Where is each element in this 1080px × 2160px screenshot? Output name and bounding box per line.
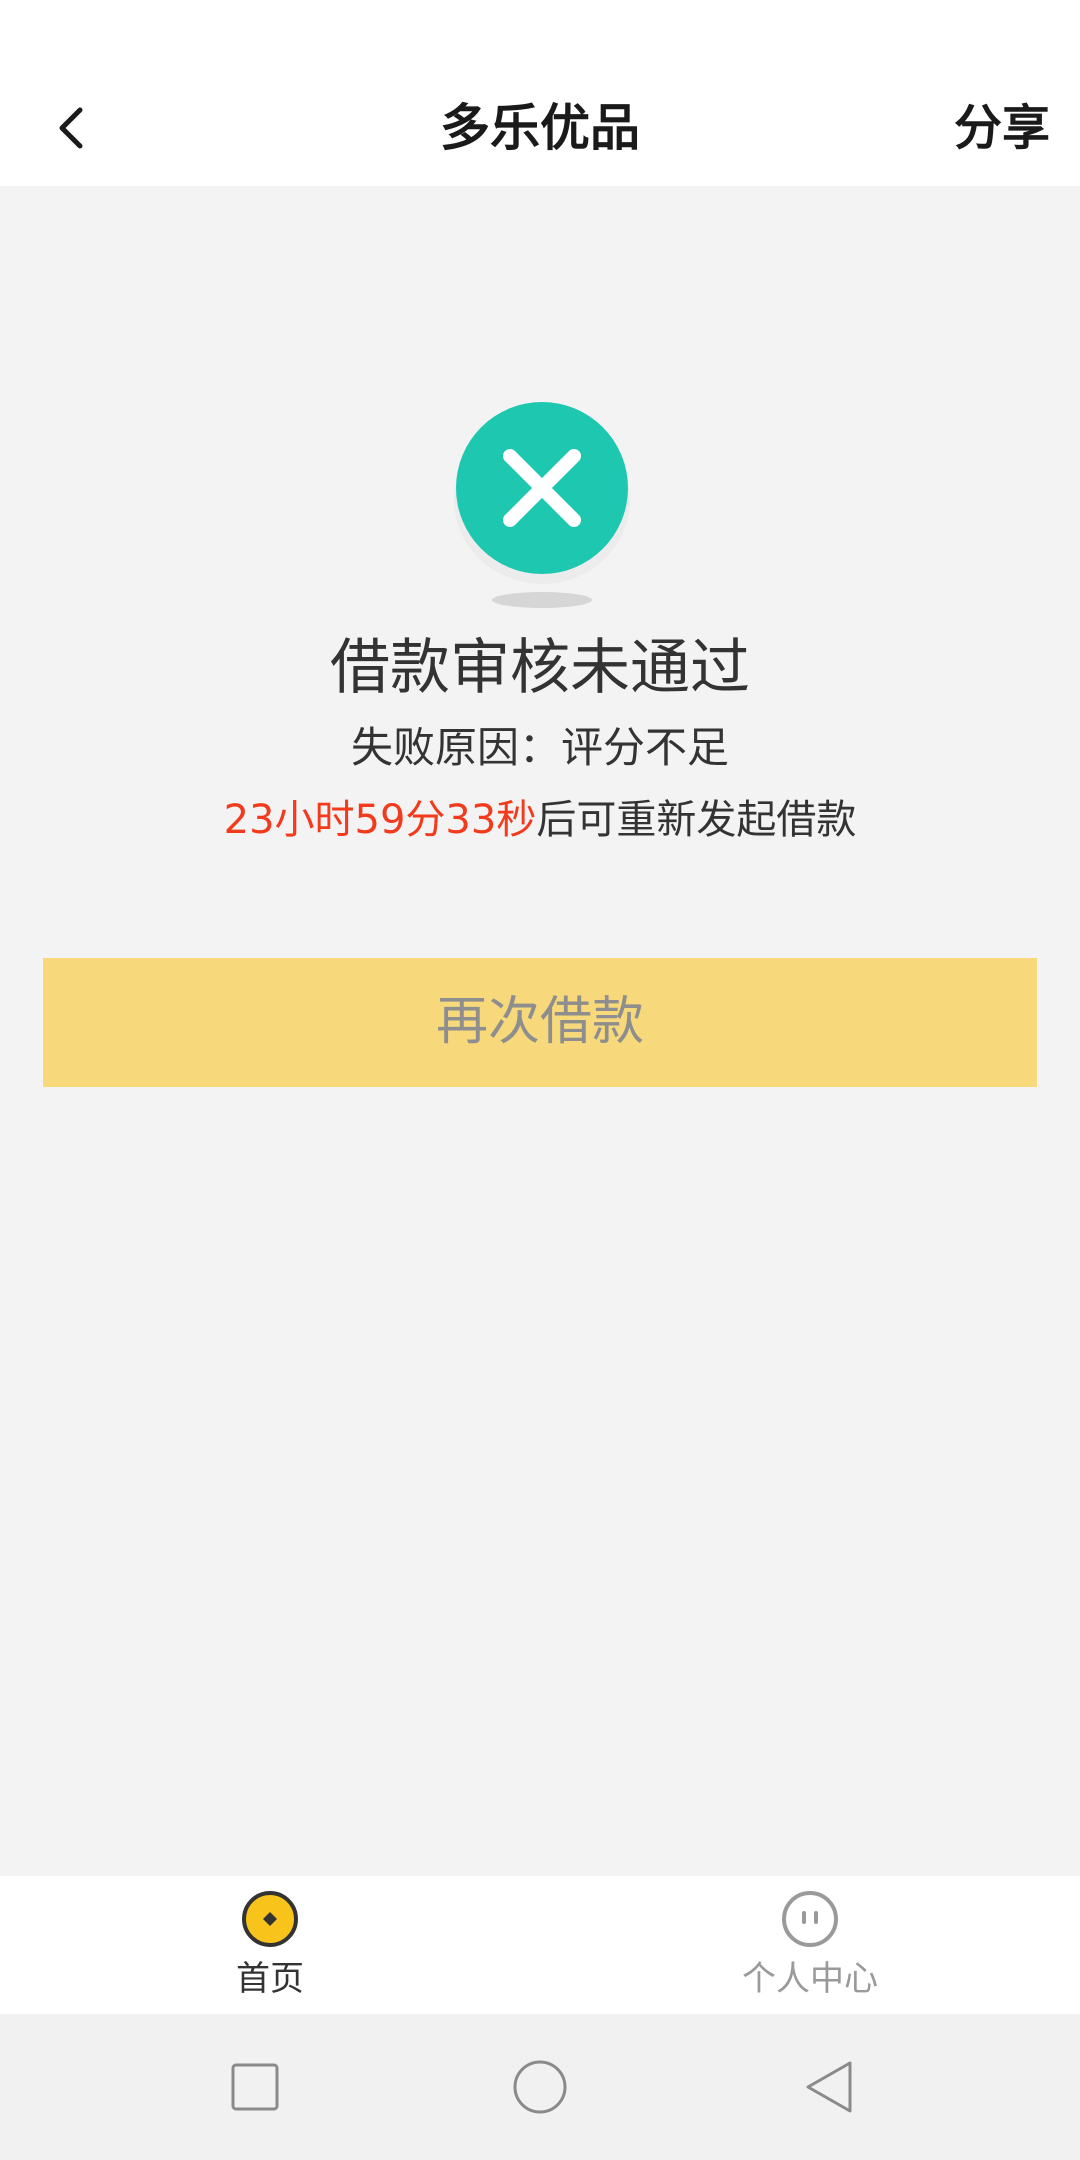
tab-home-label: 首页	[236, 1959, 304, 1999]
back-icon[interactable]	[800, 2057, 860, 2117]
tab-profile[interactable]: 个人中心	[540, 1876, 1080, 2014]
top-nav: 多乐优品 分享	[0, 70, 1080, 186]
bottom-tab-bar: 首页 个人中心	[0, 1876, 1080, 2014]
home-icon[interactable]	[510, 2057, 570, 2117]
system-navigation-bar	[0, 2014, 1080, 2160]
back-button[interactable]	[40, 90, 116, 166]
share-button[interactable]: 分享	[954, 70, 1050, 186]
fail-reason: 失败原因：评分不足	[350, 723, 729, 772]
recents-icon[interactable]	[225, 2057, 285, 2117]
tab-home[interactable]: 首页	[0, 1876, 540, 2014]
result-title: 借款审核未通过	[330, 633, 750, 703]
countdown-timer: 23小时59分33秒	[223, 797, 537, 843]
countdown-line: 23小时59分33秒后可重新发起借款	[0, 790, 1080, 850]
tab-profile-label: 个人中心	[742, 1959, 878, 1999]
status-bar	[0, 0, 1080, 70]
home-coin-icon	[242, 1891, 298, 1947]
page-title: 多乐优品	[440, 99, 640, 157]
retry-loan-button[interactable]: 再次借款	[43, 958, 1037, 1087]
profile-face-icon	[782, 1891, 838, 1947]
close-circle-icon	[450, 396, 634, 616]
countdown-suffix: 后可重新发起借款	[536, 797, 857, 843]
chevron-left-icon	[59, 107, 83, 149]
